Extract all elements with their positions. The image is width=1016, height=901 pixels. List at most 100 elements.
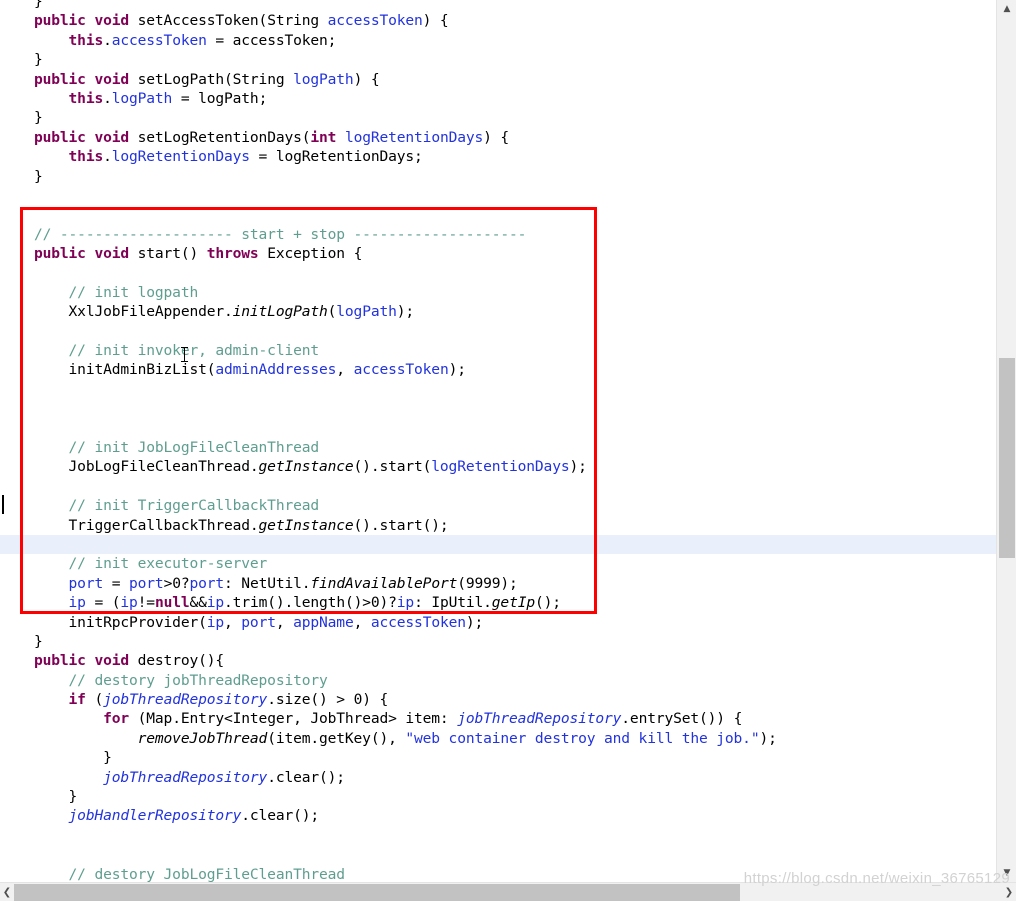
code-line[interactable]: public void destroy(){ <box>0 651 996 670</box>
code-line[interactable]: } <box>0 787 996 806</box>
code-line[interactable] <box>0 534 996 555</box>
code-line[interactable]: initAdminBizList(adminAddresses, accessT… <box>0 360 996 379</box>
code-token: (Map.Entry<Integer, JobThread> item: <box>129 710 458 728</box>
code-line[interactable]: removeJobThread(item.getKey(), "web cont… <box>0 729 996 748</box>
code-token: = accessToken; <box>206 31 337 49</box>
code-token: initLogPath <box>232 303 328 321</box>
horizontal-scrollbar[interactable]: ❮ ❯ <box>0 882 1016 901</box>
code-token: // init invoker, admin-client <box>68 342 320 360</box>
code-token: port <box>241 613 276 631</box>
code-line[interactable]: this.logRetentionDays = logRetentionDays… <box>0 147 996 166</box>
code-line[interactable]: initRpcProvider(ip, port, appName, acces… <box>0 613 996 632</box>
code-token: JobLogFileCleanThread. <box>68 458 259 476</box>
code-line[interactable]: } <box>0 632 996 651</box>
scroll-right-icon[interactable]: ❯ <box>1002 883 1016 901</box>
code-line[interactable]: jobThreadRepository.clear(); <box>0 768 996 787</box>
code-line[interactable]: // init JobLogFileCleanThread <box>0 438 996 457</box>
code-token: XxlJobFileAppender. <box>68 303 233 321</box>
code-token: logPath <box>293 70 354 88</box>
code-token: , <box>275 613 294 631</box>
code-token: ( <box>327 303 337 321</box>
code-token: != <box>137 594 155 612</box>
code-token: ); <box>569 458 587 476</box>
code-token: "web container destroy and kill the job.… <box>405 729 760 747</box>
code-line[interactable]: XxlJobFileAppender.initLogPath(logPath); <box>0 302 996 321</box>
code-line[interactable]: this.logPath = logPath; <box>0 89 996 108</box>
code-token: .clear(); <box>267 768 345 786</box>
scroll-down-icon[interactable]: ▼ <box>997 864 1016 882</box>
code-line[interactable]: // -------------------- start + stop ---… <box>0 225 996 244</box>
code-line[interactable]: public void setAccessToken(String access… <box>0 11 996 30</box>
code-token: // init TriggerCallbackThread <box>68 497 320 515</box>
code-line[interactable] <box>0 845 996 864</box>
code-token: void <box>94 245 130 263</box>
code-token: } <box>34 109 43 127</box>
code-token: = ( <box>85 594 121 612</box>
code-line[interactable]: public void setLogPath(String logPath) { <box>0 70 996 89</box>
code-token: .size() > 0) { <box>267 691 389 709</box>
code-token: ); <box>448 361 466 379</box>
code-token: start() <box>129 245 207 263</box>
code-line[interactable]: TriggerCallbackThread.getInstance().star… <box>0 516 996 535</box>
code-token: logRetentionDays <box>111 148 250 166</box>
code-line[interactable] <box>0 263 996 282</box>
scroll-up-icon[interactable]: ▲ <box>997 0 1016 18</box>
code-line[interactable]: // init TriggerCallbackThread <box>0 496 996 515</box>
code-line[interactable]: ip = (ip!=null&&ip.trim().length()>0)?ip… <box>0 593 996 612</box>
code-line[interactable]: } <box>0 50 996 69</box>
code-line[interactable]: } <box>0 0 996 11</box>
code-token: void <box>94 652 130 670</box>
code-line[interactable] <box>0 419 996 438</box>
code-line[interactable] <box>0 477 996 496</box>
code-line[interactable]: // destory jobThreadRepository <box>0 671 996 690</box>
code-token: adminAddresses <box>215 361 337 379</box>
code-line[interactable]: // destory JobLogFileCleanThread <box>0 865 996 882</box>
code-line[interactable]: JobLogFileCleanThread.getInstance().star… <box>0 457 996 476</box>
code-line[interactable] <box>0 186 996 205</box>
code-line[interactable]: public void start() throws Exception { <box>0 244 996 263</box>
code-token: ip <box>206 594 225 612</box>
code-line[interactable] <box>0 322 996 341</box>
code-token: , <box>336 361 354 379</box>
code-text-area[interactable]: } public void setAccessToken(String acces… <box>0 0 996 882</box>
code-line[interactable]: public void setLogRetentionDays(int logR… <box>0 128 996 147</box>
code-viewport[interactable]: } public void setAccessToken(String acces… <box>0 0 996 882</box>
code-line[interactable] <box>0 380 996 399</box>
code-token: public <box>34 128 86 146</box>
code-token: port <box>189 574 225 592</box>
code-line[interactable]: for (Map.Entry<Integer, JobThread> item:… <box>0 709 996 728</box>
code-token: ) { <box>483 128 510 146</box>
code-token: null <box>154 594 190 612</box>
vertical-scrollbar[interactable]: ▲ ▼ <box>996 0 1016 882</box>
code-line[interactable] <box>0 205 996 224</box>
code-line[interactable]: // init executor-server <box>0 554 996 573</box>
code-line[interactable]: port = port>0?port: NetUtil.findAvailabl… <box>0 574 996 593</box>
code-token: : NetUtil. <box>224 574 311 592</box>
code-line[interactable]: } <box>0 167 996 186</box>
code-token: public <box>34 70 86 88</box>
vertical-scrollbar-thumb[interactable] <box>999 358 1015 558</box>
code-line[interactable]: // init logpath <box>0 283 996 302</box>
code-line[interactable]: jobHandlerRepository.clear(); <box>0 806 996 825</box>
code-line[interactable] <box>0 826 996 845</box>
code-token: void <box>94 70 130 88</box>
code-line[interactable] <box>0 399 996 418</box>
horizontal-scrollbar-thumb[interactable] <box>14 884 740 901</box>
code-token: getInstance <box>258 516 354 534</box>
code-token: , <box>224 613 242 631</box>
code-line[interactable]: if (jobThreadRepository.size() > 0) { <box>0 690 996 709</box>
code-line[interactable]: } <box>0 748 996 767</box>
code-line[interactable]: // init invoker, admin-client <box>0 341 996 360</box>
code-line[interactable]: this.accessToken = accessToken; <box>0 31 996 50</box>
code-line[interactable]: } <box>0 108 996 127</box>
code-token: port <box>129 574 164 592</box>
scroll-left-icon[interactable]: ❮ <box>0 883 14 901</box>
